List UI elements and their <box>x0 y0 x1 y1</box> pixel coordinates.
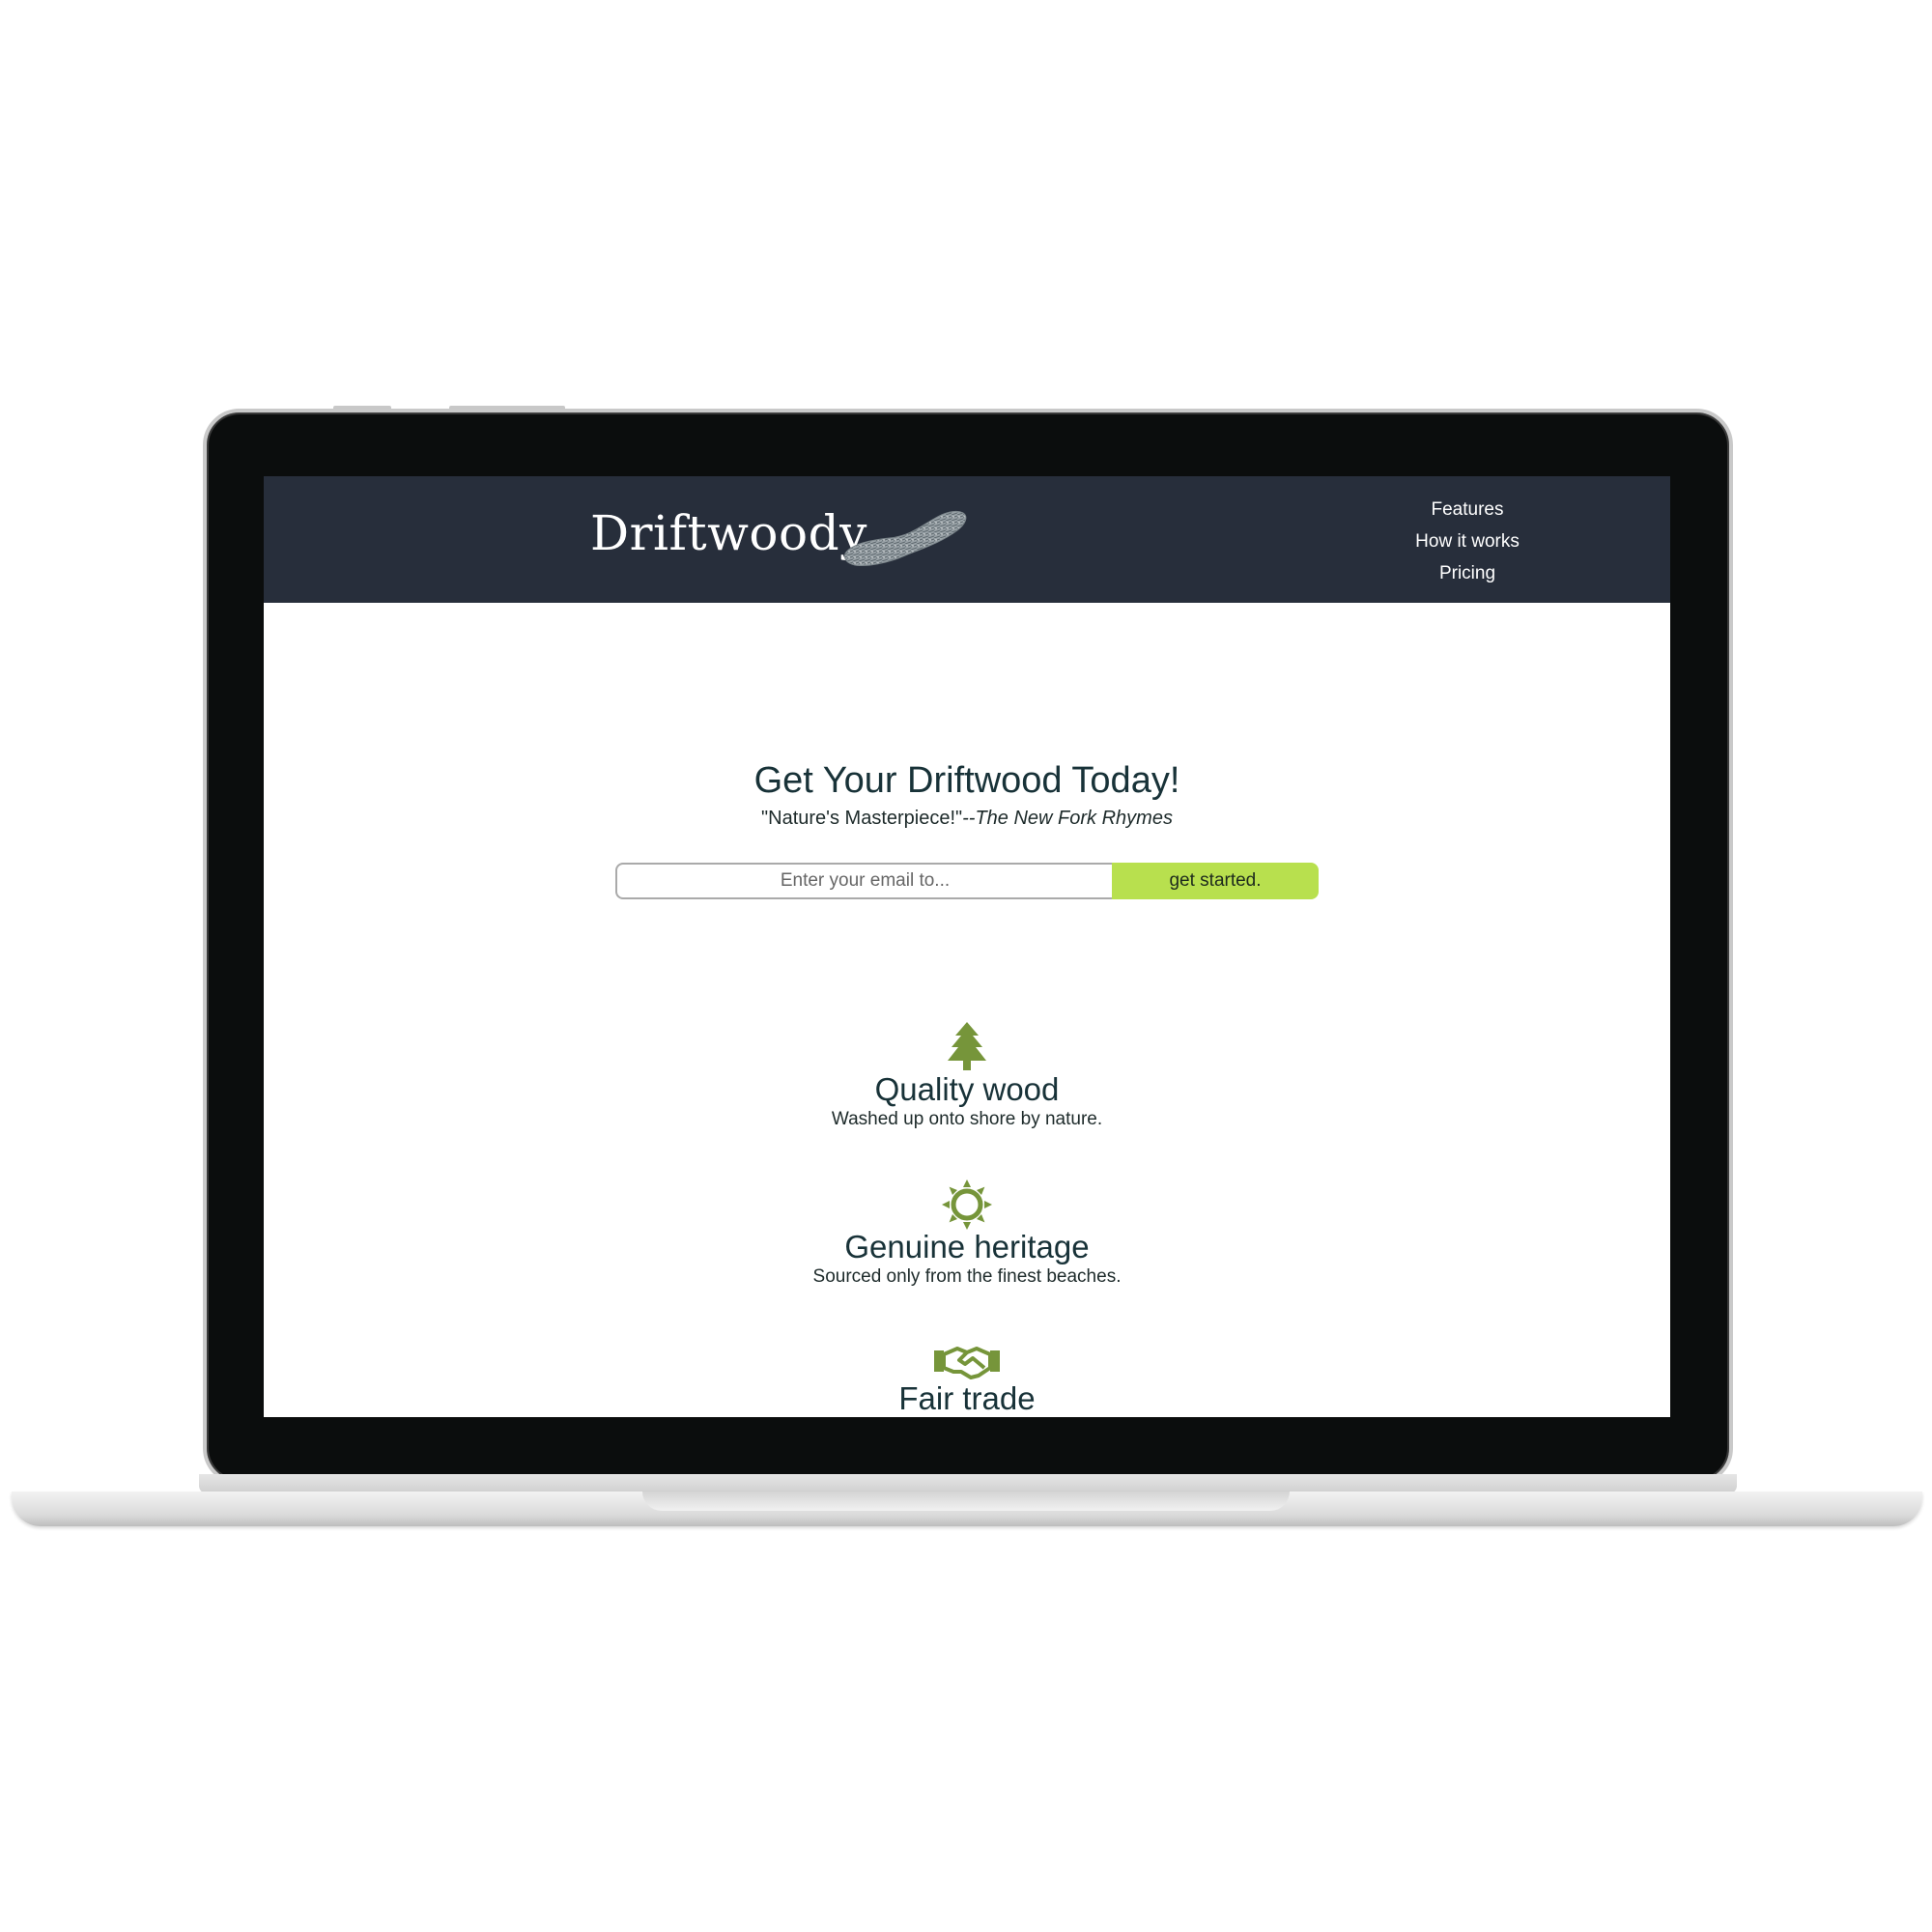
sun-icon <box>942 1179 992 1230</box>
quote-text: "Nature's Masterpiece!" <box>761 808 963 829</box>
main-nav: Features How it works Pricing <box>1390 494 1545 589</box>
laptop-hinge <box>199 1474 1737 1493</box>
feature-title: Fair trade <box>898 1380 1036 1416</box>
get-started-button[interactable]: get started. <box>1112 863 1319 899</box>
laptop-notch <box>642 1492 1290 1511</box>
nav-features-link[interactable]: Features <box>1390 494 1545 526</box>
feature-genuine-heritage: Genuine heritage Sourced only from the f… <box>264 1179 1670 1288</box>
quote-source: --The New Fork Rhymes <box>962 808 1173 829</box>
browser-viewport: Driftwoody Features How it works Pricing… <box>264 476 1670 1417</box>
driftwood-logo-icon <box>844 510 967 566</box>
feature-fair-trade: Fair trade <box>264 1343 1670 1416</box>
feature-quality-wood: Quality wood Washed up onto shore by nat… <box>264 1022 1670 1130</box>
feature-title: Genuine heritage <box>844 1229 1090 1264</box>
hero-section: Get Your Driftwood Today! "Nature's Mast… <box>264 759 1670 830</box>
handshake-icon <box>934 1347 1000 1379</box>
site-header: Driftwoody Features How it works Pricing <box>264 476 1670 603</box>
feature-description: Sourced only from the finest beaches. <box>812 1266 1122 1287</box>
site-logo-text[interactable]: Driftwoody <box>590 505 867 561</box>
feature-title: Quality wood <box>874 1071 1060 1107</box>
nav-pricing-link[interactable]: Pricing <box>1390 557 1545 589</box>
hero-quote: "Nature's Masterpiece!"--The New Fork Rh… <box>264 808 1670 830</box>
signup-form: get started. <box>615 863 1319 899</box>
nav-how-it-works-link[interactable]: How it works <box>1390 526 1545 557</box>
tree-icon <box>948 1022 986 1070</box>
email-input[interactable] <box>615 863 1113 899</box>
hero-title: Get Your Driftwood Today! <box>753 760 1180 801</box>
feature-description: Washed up onto shore by nature. <box>831 1109 1103 1129</box>
